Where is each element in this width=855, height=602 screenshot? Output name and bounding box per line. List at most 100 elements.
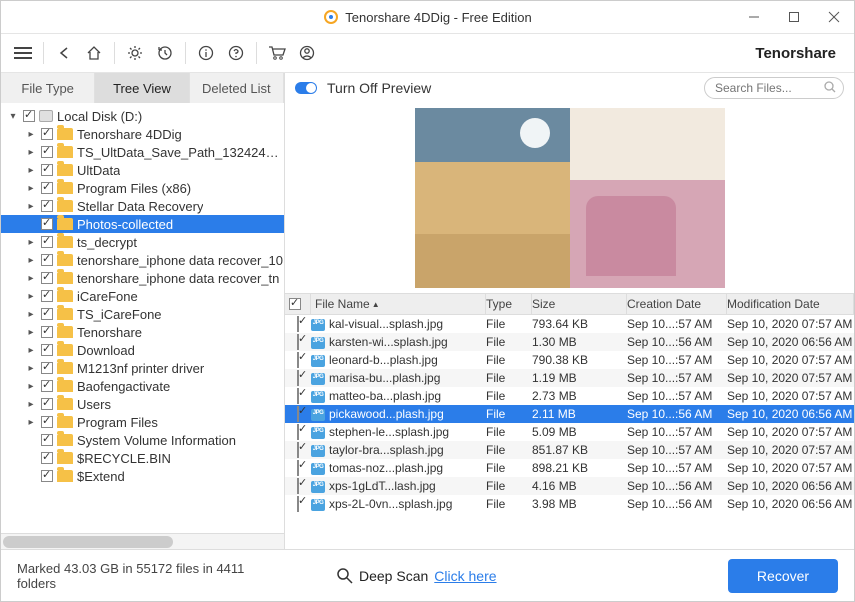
checkbox[interactable] <box>41 290 53 302</box>
table-row[interactable]: karsten-wi...splash.jpgFile1.30 MBSep 10… <box>285 333 854 351</box>
menu-button[interactable] <box>9 39 37 67</box>
minimize-button[interactable] <box>734 1 774 33</box>
row-checkbox[interactable] <box>297 370 299 386</box>
row-checkbox[interactable] <box>297 496 299 512</box>
tree-item[interactable]: Photos-collected <box>1 215 284 233</box>
close-button[interactable] <box>814 1 854 33</box>
checkbox[interactable] <box>41 416 53 428</box>
row-checkbox[interactable] <box>297 352 299 368</box>
expand-icon[interactable]: ▸ <box>25 147 37 158</box>
tree-item[interactable]: ▸UltData <box>1 161 284 179</box>
checkbox[interactable] <box>41 344 53 356</box>
checkbox[interactable] <box>41 218 53 230</box>
cart-button[interactable] <box>263 39 291 67</box>
tree-item[interactable]: ▸tenorshare_iphone data recover_tn <box>1 269 284 287</box>
row-checkbox[interactable] <box>297 388 299 404</box>
col-modification-date[interactable]: Modification Date <box>727 294 854 314</box>
table-row[interactable]: leonard-b...plash.jpgFile790.38 KBSep 10… <box>285 351 854 369</box>
expand-icon[interactable] <box>25 471 37 482</box>
row-checkbox[interactable] <box>297 406 299 422</box>
checkbox[interactable] <box>41 470 53 482</box>
col-creation-date[interactable]: Creation Date <box>627 294 727 314</box>
back-button[interactable] <box>50 39 78 67</box>
tree-item[interactable]: ▸M1213nf printer driver <box>1 359 284 377</box>
checkbox[interactable] <box>41 146 53 158</box>
tab-tree-view[interactable]: Tree View <box>95 73 189 103</box>
col-filename[interactable]: File Name▲ <box>311 294 486 314</box>
expand-icon[interactable]: ▸ <box>25 399 37 410</box>
select-all-checkbox[interactable] <box>289 298 301 310</box>
expand-icon[interactable]: ▸ <box>25 201 37 212</box>
row-checkbox[interactable] <box>297 478 299 494</box>
expand-icon[interactable]: ▸ <box>25 291 37 302</box>
tree-item[interactable]: $Extend <box>1 467 284 485</box>
deep-scan-link[interactable]: Click here <box>434 568 496 584</box>
expand-icon[interactable]: ▸ <box>25 183 37 194</box>
help-button[interactable] <box>222 39 250 67</box>
tree-item[interactable]: ▸Tenorshare 4DDig <box>1 125 284 143</box>
tree-item[interactable]: System Volume Information <box>1 431 284 449</box>
row-checkbox[interactable] <box>297 316 299 332</box>
info-button[interactable] <box>192 39 220 67</box>
checkbox[interactable] <box>41 380 53 392</box>
expand-icon[interactable]: ▸ <box>25 255 37 266</box>
expand-icon[interactable]: ▸ <box>25 165 37 176</box>
table-row[interactable]: stephen-le...splash.jpgFile5.09 MBSep 10… <box>285 423 854 441</box>
expand-icon[interactable]: ▸ <box>25 237 37 248</box>
tree-item[interactable]: ▸Baofengactivate <box>1 377 284 395</box>
checkbox[interactable] <box>41 272 53 284</box>
row-checkbox[interactable] <box>297 442 299 458</box>
checkbox[interactable] <box>41 452 53 464</box>
table-row[interactable]: xps-1gLdT...lash.jpgFile4.16 MBSep 10...… <box>285 477 854 495</box>
expand-icon[interactable] <box>25 435 37 446</box>
expand-icon[interactable]: ▸ <box>25 309 37 320</box>
history-button[interactable] <box>151 39 179 67</box>
tree-item[interactable]: ▸ts_decrypt <box>1 233 284 251</box>
recover-button[interactable]: Recover <box>728 559 838 593</box>
expand-icon[interactable]: ▸ <box>25 327 37 338</box>
checkbox[interactable] <box>41 182 53 194</box>
checkbox[interactable] <box>23 110 35 122</box>
tree-item[interactable]: ▸Stellar Data Recovery <box>1 197 284 215</box>
tree-item[interactable]: ▸TS_iCareFone <box>1 305 284 323</box>
tree-item[interactable]: ▸tenorshare_iphone data recover_10 <box>1 251 284 269</box>
expand-icon[interactable]: ▸ <box>25 363 37 374</box>
table-row[interactable]: matteo-ba...plash.jpgFile2.73 MBSep 10..… <box>285 387 854 405</box>
tree-item[interactable]: ▸Program Files (x86) <box>1 179 284 197</box>
table-row[interactable]: tomas-noz...plash.jpgFile898.21 KBSep 10… <box>285 459 854 477</box>
checkbox[interactable] <box>41 362 53 374</box>
tree-item[interactable]: $RECYCLE.BIN <box>1 449 284 467</box>
expand-icon[interactable]: ▸ <box>25 129 37 140</box>
checkbox[interactable] <box>41 254 53 266</box>
col-type[interactable]: Type <box>486 294 532 314</box>
tree-item[interactable]: ▸Tenorshare <box>1 323 284 341</box>
row-checkbox[interactable] <box>297 334 299 350</box>
expand-icon[interactable]: ▸ <box>25 381 37 392</box>
table-row[interactable]: pickawood...plash.jpgFile2.11 MBSep 10..… <box>285 405 854 423</box>
tree-item[interactable]: ▸Users <box>1 395 284 413</box>
home-button[interactable] <box>80 39 108 67</box>
expand-icon[interactable] <box>25 219 37 230</box>
collapse-icon[interactable]: ▾ <box>7 111 19 122</box>
settings-button[interactable] <box>121 39 149 67</box>
maximize-button[interactable] <box>774 1 814 33</box>
checkbox[interactable] <box>41 200 53 212</box>
expand-icon[interactable]: ▸ <box>25 345 37 356</box>
tree-item[interactable]: ▸iCareFone <box>1 287 284 305</box>
checkbox[interactable] <box>41 236 53 248</box>
expand-icon[interactable]: ▸ <box>25 273 37 284</box>
table-row[interactable]: kal-visual...splash.jpgFile793.64 KBSep … <box>285 315 854 333</box>
row-checkbox[interactable] <box>297 424 299 440</box>
tree-scrollbar[interactable] <box>1 533 284 549</box>
preview-toggle[interactable] <box>295 82 317 94</box>
table-row[interactable]: xps-2L-0vn...splash.jpgFile3.98 MBSep 10… <box>285 495 854 513</box>
expand-icon[interactable]: ▸ <box>25 417 37 428</box>
tree-item[interactable]: ▸Download <box>1 341 284 359</box>
checkbox[interactable] <box>41 326 53 338</box>
tree-root[interactable]: ▾Local Disk (D:) <box>1 107 284 125</box>
table-row[interactable]: taylor-bra...splash.jpgFile851.87 KBSep … <box>285 441 854 459</box>
account-button[interactable] <box>293 39 321 67</box>
checkbox[interactable] <box>41 128 53 140</box>
folder-tree[interactable]: ▾Local Disk (D:)▸Tenorshare 4DDig▸TS_Ult… <box>1 103 284 533</box>
tree-item[interactable]: ▸Program Files <box>1 413 284 431</box>
